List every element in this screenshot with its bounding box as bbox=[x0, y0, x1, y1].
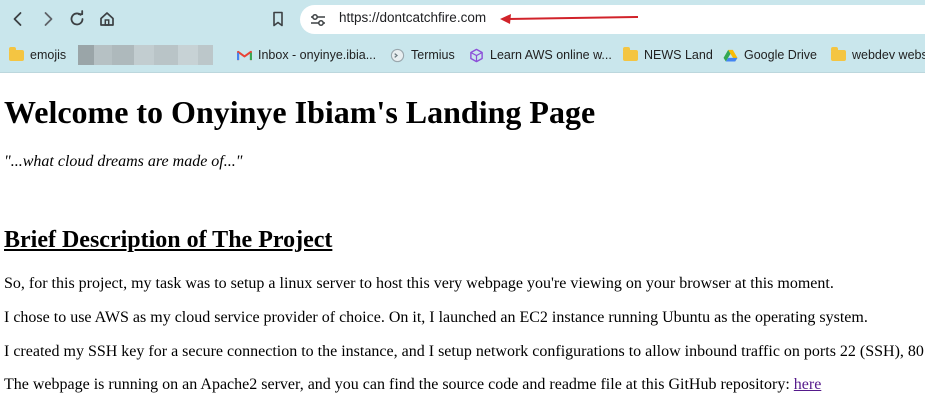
reload-button[interactable] bbox=[65, 7, 89, 31]
paragraph-ssh: I created my SSH key for a secure connec… bbox=[4, 343, 924, 360]
bookmark-label: NEWS Land bbox=[644, 48, 713, 62]
bookmark-label: emojis bbox=[30, 48, 67, 62]
browser-toolbar: https://dontcatchfire.com bbox=[0, 0, 925, 38]
home-icon bbox=[100, 12, 114, 26]
bookmark-emojis[interactable]: emojis bbox=[8, 38, 66, 72]
annotation-arrow-icon bbox=[500, 14, 639, 24]
bookmark-google-drive[interactable]: Google Drive bbox=[722, 38, 817, 72]
forward-button[interactable] bbox=[36, 7, 60, 31]
site-settings-icon[interactable] bbox=[309, 11, 327, 29]
bookmark-termius[interactable]: Termius bbox=[389, 38, 455, 72]
paragraph-apache-text: The webpage is running on an Apache2 ser… bbox=[4, 376, 794, 393]
page-tagline: "...what cloud dreams are made of..." bbox=[4, 153, 243, 170]
paragraph-task: So, for this project, my task was to set… bbox=[4, 275, 834, 292]
folder-icon bbox=[8, 46, 24, 63]
redacted-bookmark bbox=[78, 45, 213, 65]
section-heading: Brief Description of The Project bbox=[4, 227, 333, 253]
home-button[interactable] bbox=[95, 7, 119, 31]
bookmark-learn-aws[interactable]: Learn AWS online w... bbox=[468, 38, 612, 72]
bookmark-label: webdev websi bbox=[852, 48, 925, 62]
folder-icon bbox=[830, 46, 846, 63]
bookmark-icon bbox=[273, 11, 283, 27]
bookmark-gmail-inbox[interactable]: Inbox - onyinye.ibia... bbox=[236, 38, 376, 72]
bookmark-webdev[interactable]: webdev websi bbox=[830, 38, 925, 72]
aws-cube-icon bbox=[468, 47, 484, 63]
address-bar[interactable]: https://dontcatchfire.com bbox=[300, 5, 925, 34]
bookmark-label: Learn AWS online w... bbox=[490, 48, 612, 62]
paragraph-apache: The webpage is running on an Apache2 ser… bbox=[4, 376, 821, 394]
bookmark-news-land[interactable]: NEWS Land bbox=[622, 38, 713, 72]
google-drive-icon bbox=[722, 47, 738, 63]
chevron-right-icon bbox=[44, 12, 53, 26]
url-text[interactable]: https://dontcatchfire.com bbox=[339, 10, 486, 25]
github-repo-link[interactable]: here bbox=[794, 376, 822, 393]
bookmark-label: Termius bbox=[411, 48, 455, 62]
page-title: Welcome to Onyinye Ibiam's Landing Page bbox=[4, 94, 596, 130]
chevron-left-icon bbox=[13, 12, 22, 26]
bookmark-label: Google Drive bbox=[744, 48, 817, 62]
bookmark-star-button[interactable] bbox=[266, 7, 290, 31]
reload-icon bbox=[70, 10, 84, 26]
paragraph-aws: I chose to use AWS as my cloud service p… bbox=[4, 309, 868, 326]
back-button[interactable] bbox=[6, 7, 30, 31]
termius-icon bbox=[389, 47, 405, 63]
bookmark-label: Inbox - onyinye.ibia... bbox=[258, 48, 377, 62]
gmail-icon bbox=[236, 47, 252, 63]
folder-icon bbox=[622, 46, 638, 63]
